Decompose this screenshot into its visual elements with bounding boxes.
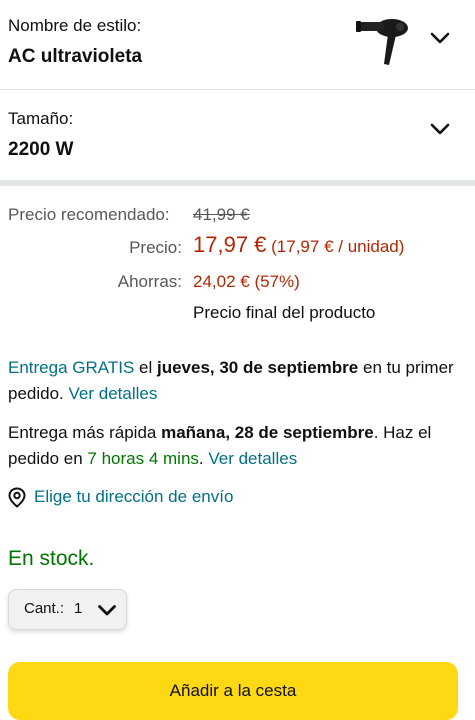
chevron-down-icon — [98, 605, 116, 616]
list-price: 41,99 € — [193, 205, 250, 224]
fast-delivery-date: mañana, 28 de septiembre — [161, 423, 374, 442]
quantity-value: 1 — [74, 600, 83, 617]
savings-label: Ahorras: — [117, 272, 182, 291]
size-selector-value: 2200 W — [8, 139, 74, 160]
chevron-down-icon[interactable] — [429, 122, 451, 136]
free-delivery-date: jueves, 30 de septiembre — [156, 358, 359, 377]
savings-value: 24,02 € (57%) — [193, 272, 300, 291]
quantity-dropdown[interactable]: Cant.: 1 — [8, 589, 127, 630]
address-selector[interactable]: Elige tu dirección de envío — [8, 485, 308, 509]
delivery-text: . — [198, 449, 209, 468]
unit-price: (17,97 € / unidad) — [271, 237, 405, 256]
style-selector[interactable]: Nombre de estilo: AC ultravioleta — [0, 0, 475, 89]
final-price-note: Precio final del producto — [193, 303, 376, 322]
chevron-down-icon[interactable] — [429, 31, 451, 45]
style-selector-label: Nombre de estilo: — [8, 16, 142, 35]
price-label: Precio: — [129, 238, 182, 257]
fast-delivery-message: Entrega más rápida mañana, 28 de septiem… — [8, 420, 468, 472]
order-countdown: 7 horas 4 mins — [87, 449, 199, 468]
style-selector-value: AC ultravioleta — [8, 46, 143, 67]
choose-address-link[interactable]: Elige tu dirección de envío — [34, 485, 233, 509]
list-price-label: Precio recomendado: — [8, 205, 170, 224]
quantity-label: Cant.: — [24, 600, 65, 617]
delivery-text: Entrega más rápida — [8, 423, 162, 442]
price-row: 17,97 € (17,97 € / unidad) — [193, 232, 404, 258]
add-to-cart-button[interactable]: Añadir a la cesta — [8, 662, 458, 720]
section-divider — [0, 180, 475, 186]
size-selector-label: Tamaño: — [8, 109, 74, 128]
size-selector[interactable]: Tamaño: 2200 W — [0, 90, 475, 180]
fast-delivery-details-link[interactable]: Ver detalles — [208, 449, 297, 468]
current-price: 17,97 € — [193, 232, 267, 257]
hair-dryer-icon — [356, 19, 408, 65]
location-pin-icon — [8, 487, 26, 508]
delivery-text: el — [134, 358, 157, 377]
free-delivery-message: Entrega GRATIS el jueves, 30 de septiemb… — [8, 355, 468, 407]
free-delivery-label: Entrega GRATIS — [8, 358, 135, 377]
stock-status: En stock. — [8, 547, 95, 570]
delivery-details-link[interactable]: Ver detalles — [69, 384, 158, 403]
